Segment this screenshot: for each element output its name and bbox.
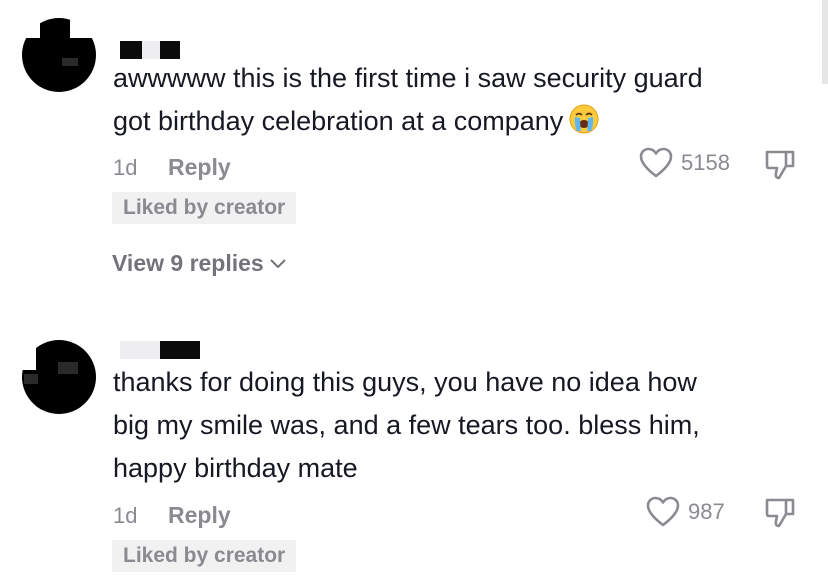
liked-by-creator-badge: Liked by creator <box>112 192 297 224</box>
scrollbar[interactable] <box>822 0 828 84</box>
loudly-crying-face-icon <box>569 104 599 134</box>
dislike-button[interactable] <box>764 149 796 186</box>
like-count: 5158 <box>681 150 730 175</box>
username-redacted[interactable] <box>120 341 200 359</box>
comments-panel: awwwww this is the first time i saw secu… <box>0 0 828 575</box>
avatar[interactable] <box>22 340 96 414</box>
comment-text: thanks for doing this guys, you have no … <box>113 367 700 483</box>
reply-button[interactable]: Reply <box>168 502 231 529</box>
like-count: 987 <box>688 499 725 524</box>
avatar[interactable] <box>22 18 96 92</box>
heart-outline-icon <box>646 496 680 527</box>
reply-button[interactable]: Reply <box>168 154 231 181</box>
view-replies-label: View 9 replies <box>112 250 264 276</box>
like-button[interactable]: 987 <box>646 496 725 528</box>
comment-time: 1d <box>113 503 138 528</box>
view-replies-button[interactable]: View 9 replies <box>112 250 286 277</box>
dislike-button[interactable] <box>764 497 796 534</box>
chevron-down-icon <box>270 258 286 268</box>
like-button[interactable]: 5158 <box>639 147 730 179</box>
liked-by-creator-badge: Liked by creator <box>112 540 297 572</box>
thumbs-down-icon <box>765 498 795 528</box>
comment-time: 1d <box>113 155 138 180</box>
thumbs-down-icon <box>765 150 795 180</box>
heart-outline-icon <box>639 147 673 178</box>
comment-text: awwwww this is the first time i saw secu… <box>113 63 703 136</box>
